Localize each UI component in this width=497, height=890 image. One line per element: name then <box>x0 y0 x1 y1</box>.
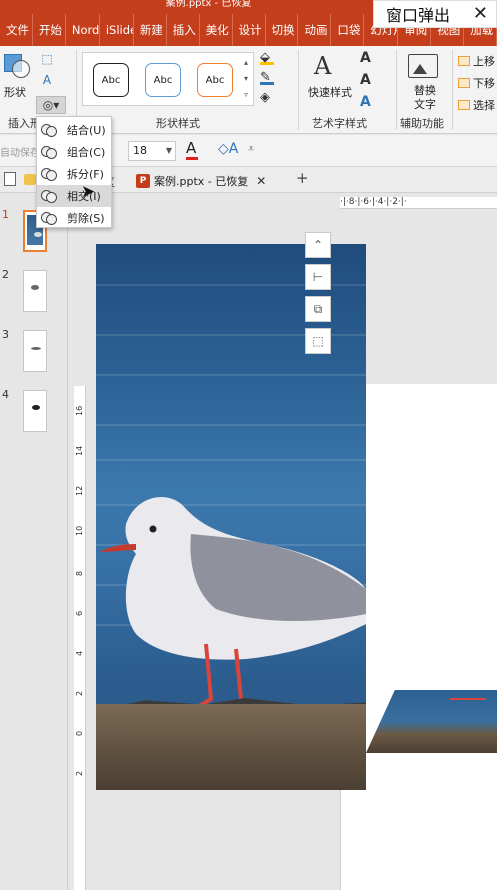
fragment-icon <box>41 166 57 182</box>
close-tab-icon[interactable]: ✕ <box>256 174 266 188</box>
menu-item-subtract[interactable]: 剪除(S) <box>37 207 111 229</box>
document-tab-title: 案例.pptx - 已恢复 <box>154 175 249 188</box>
tab-file[interactable]: 文件 <box>0 14 33 46</box>
combine-icon <box>41 144 57 160</box>
style-preview-orange[interactable]: Abc <box>197 63 233 97</box>
slide-number: 3 <box>2 328 9 341</box>
merge-shapes-button[interactable]: ◎▾ <box>36 96 66 114</box>
menu-item-union[interactable]: 结合(U) <box>37 119 111 141</box>
window-title: 案例.pptx - 已恢复 <box>165 0 252 9</box>
layer-icon[interactable]: ⧉ <box>305 296 331 322</box>
send-backward-icon <box>458 78 470 88</box>
shape-fill-icon[interactable]: ⬙ <box>260 50 296 70</box>
floating-toolbar: ⌃ ⊢ ⧉ ⬚ <box>305 232 331 360</box>
horizontal-ruler: ·|·8·|·6·|·4·|·2·|· <box>340 197 497 209</box>
subtract-icon <box>41 210 57 226</box>
menu-item-combine[interactable]: 组合(C) <box>37 141 111 163</box>
text-outline-icon[interactable]: A <box>360 72 384 94</box>
accessibility-group-label: 辅助功能 <box>400 117 444 130</box>
union-icon <box>41 122 57 138</box>
style-preview-blue[interactable]: Abc <box>145 63 181 97</box>
quick-styles-icon[interactable]: A <box>314 52 331 80</box>
slide-number: 1 <box>2 208 9 221</box>
shape-styles-gallery[interactable]: Abc Abc Abc ▴ ▾ ▿ <box>82 52 254 106</box>
slide-thumbnail-2[interactable] <box>23 270 47 312</box>
alt-text-label[interactable]: 替换文字 <box>410 84 440 112</box>
window-popup[interactable]: 窗口弹出 ✕ <box>373 0 497 28</box>
tab-home[interactable]: 开始 <box>33 14 66 46</box>
group-divider <box>452 50 453 130</box>
popup-label: 窗口弹出 <box>386 6 451 25</box>
shape-outline-icon[interactable]: ✎ <box>260 70 296 90</box>
align-icon[interactable]: ⊢ <box>305 264 331 290</box>
slide-thumbnail-4[interactable] <box>23 390 47 432</box>
tab-nord[interactable]: Nord <box>66 14 100 46</box>
text-format-icons: A A A <box>360 50 384 116</box>
new-file-icon[interactable] <box>4 172 16 186</box>
arrange-group: 上移 下移 选择 <box>458 50 497 116</box>
bring-forward-icon <box>458 56 470 66</box>
tab-islide[interactable]: iSlide <box>100 14 134 46</box>
text-effects-icon[interactable]: A <box>360 94 384 116</box>
textbox-icon[interactable]: A <box>38 73 56 89</box>
group-divider <box>298 50 299 130</box>
new-tab-button[interactable]: + <box>296 169 309 187</box>
shape-style-group-label: 形状样式 <box>156 117 200 130</box>
more-options-icon[interactable]: ⩡ <box>248 142 254 156</box>
tab-design[interactable]: 设计 <box>233 14 266 46</box>
slide-number: 2 <box>2 268 9 281</box>
tab-transitions[interactable]: 切换 <box>266 14 299 46</box>
text-fill-icon[interactable]: A <box>360 50 384 72</box>
gallery-scroll[interactable]: ▴ ▾ ▿ <box>241 55 251 103</box>
intersect-icon <box>41 188 57 204</box>
popup-close-button[interactable]: ✕ <box>473 3 488 24</box>
font-size-select[interactable]: 18 ▼ <box>128 141 176 161</box>
mouse-pointer-icon: ➤ <box>81 182 96 202</box>
quick-styles-label[interactable]: 快速样式 <box>308 84 352 100</box>
active-document-tab[interactable]: P 案例.pptx - 已恢复 ✕ <box>136 169 266 193</box>
wordart-group-label: 艺术字样式 <box>312 117 367 130</box>
bird-legs-fragment <box>450 698 486 708</box>
shapes-icon[interactable] <box>4 54 30 78</box>
send-backward-button[interactable]: 下移 <box>458 72 497 94</box>
font-size-value: 18 <box>133 144 147 157</box>
slide-thumbnails-panel: 1 2 3 4 <box>0 194 68 890</box>
font-color-icon[interactable]: A <box>186 139 198 160</box>
highlight-icon[interactable]: ◇A <box>218 141 238 157</box>
tab-pocket[interactable]: 口袋 <box>331 14 365 46</box>
style-preview-black[interactable]: Abc <box>93 63 129 97</box>
open-folder-icon[interactable] <box>24 174 36 185</box>
shape-format-icons: ⬙ ✎ ◈ <box>260 50 296 110</box>
autosave-label: 自动保存 <box>0 148 40 159</box>
slide-thumbnail-3[interactable] <box>23 330 47 372</box>
edit-shape-icon[interactable]: ⬚ <box>38 52 56 68</box>
merge-shapes-icon: ◎▾ <box>42 98 60 112</box>
rock <box>96 704 366 790</box>
tab-animations[interactable]: 动画 <box>298 14 332 46</box>
slide-number: 4 <box>2 388 9 401</box>
merge-shapes-menu: 结合(U) 组合(C) 拆分(F) 相交(I) 剪除(S) <box>36 116 112 228</box>
shape-label[interactable]: 形状 <box>4 84 26 100</box>
crop-icon[interactable]: ⬚ <box>305 328 331 354</box>
menu-item-fragment[interactable]: 拆分(F) <box>37 163 111 185</box>
tab-insert[interactable]: 插入 <box>167 14 200 46</box>
tab-new[interactable]: 新建 <box>134 14 167 46</box>
pptx-file-icon: P <box>136 174 150 188</box>
collapse-icon[interactable]: ⌃ <box>305 232 331 258</box>
chevron-down-icon: ▼ <box>165 146 172 155</box>
alt-text-icon[interactable] <box>408 54 438 78</box>
vertical-ruler: 16 14 12 10 8 6 4 2 0 2 <box>74 386 86 890</box>
tab-beautify[interactable]: 美化 <box>200 14 233 46</box>
shape-effects-icon[interactable]: ◈ <box>260 90 296 110</box>
menu-item-intersect[interactable]: 相交(I) <box>37 185 111 207</box>
selection-pane-icon <box>458 100 470 110</box>
bring-forward-button[interactable]: 上移 <box>458 50 497 72</box>
selection-pane-button[interactable]: 选择 <box>458 94 497 116</box>
group-divider <box>396 50 397 130</box>
